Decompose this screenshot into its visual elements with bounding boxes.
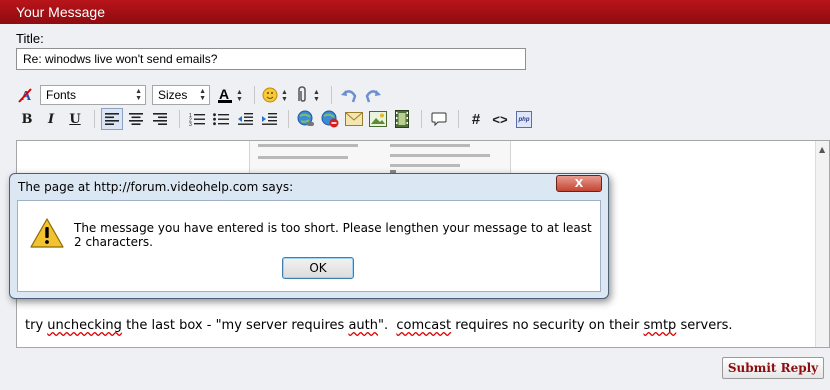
dialog-close-button[interactable]: X xyxy=(556,175,602,192)
toolbar-divider xyxy=(421,110,422,128)
text-segment: the last box - "my server requires xyxy=(121,318,349,333)
wrap-php-button[interactable]: php xyxy=(513,108,535,130)
dialog-message: The message you have entered is too shor… xyxy=(74,221,592,249)
text-segment: try xyxy=(25,318,48,333)
title-input[interactable]: Re: winodws live won't send emails? xyxy=(16,48,526,70)
panel-title: Your Message xyxy=(0,0,830,24)
alert-dialog: The page at http://forum.videohelp.com s… xyxy=(9,173,609,299)
toolbar-divider xyxy=(458,110,459,128)
select-arrows-icon: ▲ ▼ xyxy=(135,88,142,102)
select-arrows-icon: ▲ ▼ xyxy=(199,88,206,102)
unordered-list-icon[interactable] xyxy=(210,108,232,130)
dialog-title: The page at http://forum.videohelp.com s… xyxy=(18,180,294,194)
size-select[interactable]: Sizes ▲ ▼ xyxy=(152,85,210,105)
attachment-icon[interactable]: ▲ ▼ xyxy=(293,84,323,106)
undo-icon[interactable] xyxy=(338,84,360,106)
svg-text:▼: ▼ xyxy=(313,96,320,103)
wrap-html-button[interactable]: <> xyxy=(489,108,511,130)
text-segment: servers. xyxy=(676,318,733,333)
underline-button[interactable]: U xyxy=(64,108,86,130)
svg-text:▼: ▼ xyxy=(281,96,288,103)
toolbar-divider xyxy=(254,86,255,104)
smilies-icon[interactable]: ▲ ▼ xyxy=(261,84,291,106)
svg-text:A: A xyxy=(21,89,32,104)
wrap-code-hash-button[interactable]: # xyxy=(465,108,487,130)
toolbar-divider xyxy=(94,110,95,128)
indent-icon[interactable] xyxy=(258,108,280,130)
svg-text:▲: ▲ xyxy=(236,89,243,96)
svg-text:▲: ▲ xyxy=(313,89,320,96)
ok-button[interactable]: OK xyxy=(282,257,354,279)
submit-reply-button[interactable]: Submit Reply xyxy=(722,357,824,379)
misspelled-word: unchecking xyxy=(47,318,122,333)
insert-image-icon[interactable] xyxy=(367,108,389,130)
toolbar-divider xyxy=(288,110,289,128)
svg-text:▼: ▼ xyxy=(236,96,243,103)
misspelled-word: smtp xyxy=(643,318,677,333)
text-segment: requires no security on their xyxy=(451,318,644,333)
toolbar-row-2: B I U 123 # <> php xyxy=(16,108,537,130)
toolbar-divider xyxy=(331,86,332,104)
text-color-icon[interactable]: A ▲ ▼ xyxy=(216,84,246,106)
align-right-icon[interactable] xyxy=(149,108,171,130)
italic-button[interactable]: I xyxy=(40,108,62,130)
toolbar-divider xyxy=(179,110,180,128)
font-select[interactable]: Fonts ▲ ▼ xyxy=(40,85,146,105)
quote-icon[interactable] xyxy=(428,108,450,130)
remove-format-icon[interactable]: A xyxy=(16,84,38,106)
misspelled-word: comcast xyxy=(396,318,452,333)
php-label: php xyxy=(516,110,532,128)
size-select-value: Sizes xyxy=(158,88,188,102)
scroll-up-icon[interactable]: ▲ xyxy=(819,145,825,154)
warning-icon xyxy=(30,218,64,248)
outdent-icon[interactable] xyxy=(234,108,256,130)
insert-link-icon[interactable] xyxy=(295,108,317,130)
editor-scrollbar[interactable]: ▲ xyxy=(815,141,829,347)
font-select-value: Fonts xyxy=(46,88,77,102)
dialog-content: The message you have entered is too shor… xyxy=(17,200,601,292)
bold-button[interactable]: B xyxy=(16,108,38,130)
toolbar-row-1: A Fonts ▲ ▼ Sizes ▲ ▼ A ▲ ▼ ▲ ▼ ▲ ▼ xyxy=(16,84,386,106)
close-icon: X xyxy=(574,177,584,190)
message-text: try unchecking the last box - "my server… xyxy=(25,318,733,333)
insert-video-icon[interactable] xyxy=(391,108,413,130)
svg-text:A: A xyxy=(219,86,229,102)
svg-text:▲: ▲ xyxy=(281,89,288,96)
align-center-icon[interactable] xyxy=(125,108,147,130)
insert-email-icon[interactable] xyxy=(343,108,365,130)
remove-link-icon[interactable] xyxy=(319,108,341,130)
redo-icon[interactable] xyxy=(362,84,384,106)
align-left-icon[interactable] xyxy=(101,108,123,130)
title-label: Title: xyxy=(16,31,44,46)
misspelled-word: auth xyxy=(348,318,378,333)
ordered-list-icon[interactable]: 123 xyxy=(186,108,208,130)
svg-text:3: 3 xyxy=(189,122,192,126)
text-segment: ". xyxy=(378,318,397,333)
